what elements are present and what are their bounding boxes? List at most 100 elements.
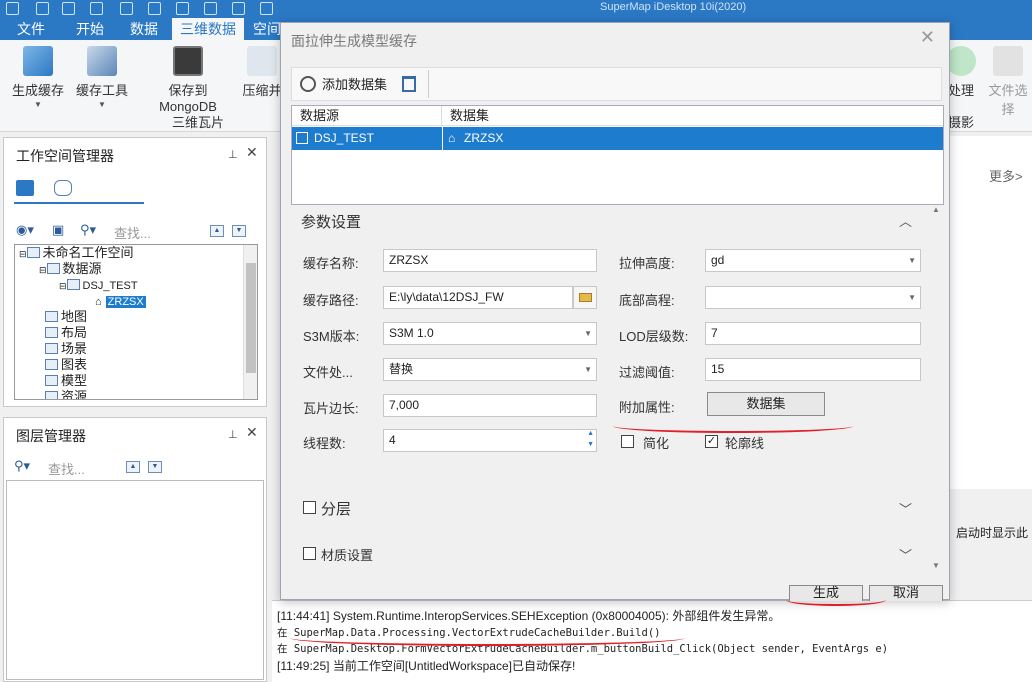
workspace-search-input[interactable]: 查找...: [114, 223, 151, 242]
close-icon[interactable]: ✕: [246, 424, 258, 441]
tree-item-maps[interactable]: 地图: [45, 309, 87, 325]
layering-checkbox[interactable]: [303, 501, 316, 514]
tree-scrollbar[interactable]: [243, 245, 257, 399]
base-elevation-select[interactable]: ▼: [705, 286, 921, 309]
title-bar: SuperMap iDesktop 10i(2020): [0, 0, 1032, 18]
startup-text: 启动时显示此: [956, 526, 1029, 540]
tree-item-layouts[interactable]: 布局: [45, 325, 87, 341]
view-mode-icon[interactable]: ◉▾: [16, 222, 34, 238]
chevron-up-icon[interactable]: ︿: [899, 211, 912, 230]
scroll-up-icon[interactable]: ▲: [932, 205, 940, 214]
file-select-button[interactable]: 文件选择: [984, 46, 1032, 118]
zoom-in-icon[interactable]: [176, 2, 189, 15]
active-tab-indicator: [14, 202, 144, 204]
toolbar-separator: [428, 70, 429, 98]
properties-icon[interactable]: ▣: [52, 222, 64, 238]
cache-generate-icon: [23, 46, 53, 76]
move-up-button[interactable]: ▲: [126, 461, 140, 473]
thread-count-label: 线程数:: [303, 436, 346, 451]
move-down-button[interactable]: ▼: [148, 461, 162, 473]
dataset-attributes-button[interactable]: 数据集: [707, 392, 825, 416]
pin-icon[interactable]: ⊥: [228, 148, 238, 161]
menu-3d-data[interactable]: 三维数据: [172, 18, 244, 40]
layer-list: [6, 480, 264, 680]
compress-button[interactable]: 压缩并: [242, 46, 282, 99]
move-down-button[interactable]: ▼: [232, 225, 246, 237]
cache-tools-button[interactable]: 缓存工具 ▼: [72, 46, 132, 109]
params-scrollbar[interactable]: ▲ ▼: [931, 205, 942, 575]
generate-cache-button[interactable]: 生成缓存 ▼: [8, 46, 68, 109]
delete-icon[interactable]: [402, 76, 416, 92]
layout-icon[interactable]: [260, 2, 273, 15]
cache-path-input[interactable]: E:\ly\data\12DSJ_FW: [383, 286, 573, 309]
more-link[interactable]: 更多>: [989, 166, 1023, 185]
chevron-down-icon[interactable]: ﹀: [899, 545, 912, 564]
extra-attributes-label: 附加属性:: [619, 400, 675, 415]
grid-header-datasource[interactable]: 数据源: [292, 106, 442, 126]
menu-file[interactable]: 文件: [8, 18, 54, 40]
menu-data[interactable]: 数据: [120, 18, 168, 40]
save-to-mongodb-button[interactable]: 保存到MongoDB: [140, 46, 236, 114]
file-handling-select[interactable]: 替换 ▼: [383, 358, 597, 381]
extrude-height-label: 拉伸高度:: [619, 256, 675, 271]
tree-item-resources[interactable]: 资源: [45, 389, 87, 399]
file-handling-label: 文件处...: [303, 365, 353, 380]
tree-item-workspace[interactable]: ⊟ 未命名工作空间: [19, 245, 134, 261]
browse-folder-button[interactable]: [573, 286, 597, 309]
datasource-icon: [66, 279, 80, 290]
scroll-down-icon[interactable]: ▼: [932, 561, 940, 570]
pan-icon[interactable]: [148, 2, 161, 15]
scrollbar-thumb[interactable]: [246, 263, 256, 373]
move-up-button[interactable]: ▲: [210, 225, 224, 237]
tree-item-dsj-test[interactable]: ⊟ DSJ_TEST: [59, 277, 138, 293]
menu-spatial[interactable]: 空间: [252, 18, 282, 40]
refresh-icon[interactable]: [232, 2, 245, 15]
startup-option[interactable]: 启动时显示此: [946, 520, 1032, 544]
chevron-down-icon[interactable]: ﹀: [899, 499, 912, 518]
material-checkbox[interactable]: [303, 547, 316, 560]
lod-levels-label: LOD层级数:: [619, 329, 689, 344]
add-dataset-button[interactable]: 添加数据集: [300, 74, 387, 96]
dataset-grid: 数据源 数据集 DSJ_TEST ⌂ ZRZSX: [291, 105, 944, 205]
close-icon[interactable]: ✕: [920, 27, 935, 48]
select-icon[interactable]: [120, 2, 133, 15]
filter-threshold-label: 过滤阈值:: [619, 365, 675, 380]
stepper-arrows-icon[interactable]: ▲ ▼: [587, 430, 594, 450]
workspace-icon: [26, 247, 40, 258]
save-icon[interactable]: [90, 2, 103, 15]
search-icon[interactable]: ⚲▾: [14, 458, 30, 474]
scene-tab-icon[interactable]: [54, 180, 72, 196]
simplify-checkbox[interactable]: [621, 435, 634, 448]
s3m-version-select[interactable]: S3M 1.0 ▼: [383, 322, 597, 345]
cache-name-input[interactable]: ZRZSX: [383, 249, 597, 272]
tree-item-charts[interactable]: 图表: [45, 357, 87, 373]
lod-levels-input[interactable]: 7: [705, 322, 921, 345]
resource-icon: [45, 391, 58, 399]
tree-item-models[interactable]: 模型: [45, 373, 87, 389]
tile-size-label: 瓦片边长:: [303, 401, 359, 416]
thread-count-stepper[interactable]: 4 ▲ ▼: [383, 429, 597, 452]
grid-row[interactable]: DSJ_TEST ⌂ ZRZSX: [292, 127, 943, 150]
workspace-tab-icon[interactable]: [16, 180, 34, 196]
material-section-title: 材质设置: [321, 548, 374, 563]
extrude-height-select[interactable]: gd ▼: [705, 249, 921, 272]
outline-checkbox[interactable]: ✓: [705, 435, 718, 448]
menu-start[interactable]: 开始: [66, 18, 114, 40]
layer-search-input[interactable]: 查找...: [48, 459, 85, 478]
datasource-icon: [296, 132, 308, 144]
tree-item-scenes[interactable]: 场景: [45, 341, 87, 357]
new-icon[interactable]: [36, 2, 49, 15]
close-icon[interactable]: ✕: [246, 144, 258, 161]
filter-threshold-input[interactable]: 15: [705, 358, 921, 381]
compress-icon: [247, 46, 277, 76]
zoom-out-icon[interactable]: [204, 2, 217, 15]
extrude-height-value: gd: [711, 253, 725, 267]
tree-item-zrzsx[interactable]: ⌂ ZRZSX: [95, 293, 146, 309]
tile-size-input[interactable]: 7,000: [383, 394, 597, 417]
open-icon[interactable]: [62, 2, 75, 15]
search-icon[interactable]: ⚲▾: [80, 222, 96, 238]
tree-item-datasources[interactable]: ⊟ 数据源: [39, 261, 102, 277]
pin-icon[interactable]: ⊥: [228, 428, 238, 441]
tree-item-label: 模型: [61, 373, 88, 388]
grid-header-dataset[interactable]: 数据集: [442, 106, 943, 126]
